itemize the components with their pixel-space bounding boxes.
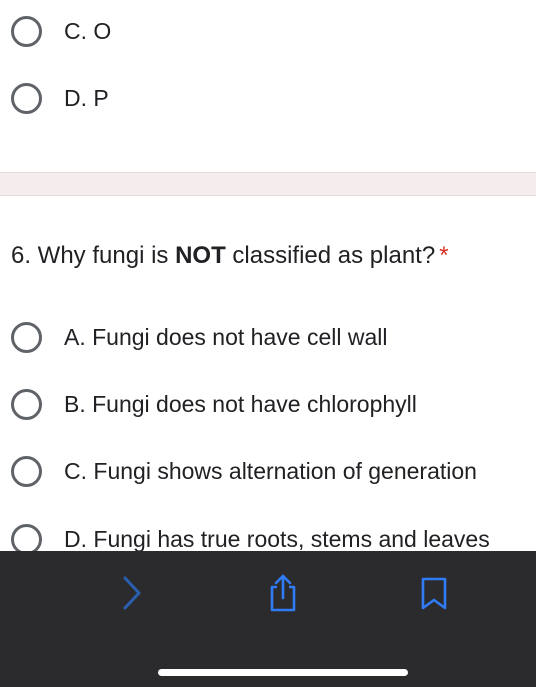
radio-option-c-prev[interactable]: C. O (0, 11, 536, 51)
option-label: A. Fungi does not have cell wall (64, 324, 388, 350)
radio-option-c[interactable]: C. Fungi shows alternation of generation (0, 451, 536, 491)
bookmark-icon (421, 577, 447, 610)
share-icon (270, 574, 296, 612)
browser-toolbar (0, 551, 536, 687)
option-label: D. Fungi has true roots, stems and leave… (64, 526, 490, 552)
option-label: D. P (64, 85, 109, 111)
option-label: C. Fungi shows alternation of generation (64, 458, 477, 484)
form-page: C. O D. P 6. Why fungi is NOT classified… (0, 0, 536, 687)
question-emphasis: NOT (175, 242, 226, 269)
bookmarks-button[interactable] (414, 573, 454, 613)
question-text-start: 6. Why fungi is (11, 242, 176, 269)
option-label: C. O (64, 18, 112, 44)
home-indicator[interactable] (158, 669, 408, 676)
radio-option-b[interactable]: B. Fungi does not have chlorophyll (0, 384, 536, 424)
required-asterisk: * (439, 242, 449, 269)
question-title: 6. Why fungi is NOT classified as plant?… (11, 241, 449, 271)
radio-button[interactable] (11, 523, 42, 555)
radio-button[interactable] (11, 388, 42, 420)
radio-button[interactable] (11, 455, 42, 487)
forward-button[interactable] (112, 573, 152, 613)
radio-button[interactable] (11, 321, 42, 353)
share-button[interactable] (263, 573, 303, 613)
option-label: B. Fungi does not have chlorophyll (64, 391, 417, 417)
radio-button[interactable] (11, 82, 42, 114)
chevron-right-icon (123, 576, 141, 610)
question-text-end: classified as plant? (225, 242, 436, 269)
radio-option-d-prev[interactable]: D. P (0, 78, 536, 118)
section-divider (0, 172, 536, 196)
radio-option-a[interactable]: A. Fungi does not have cell wall (0, 317, 536, 357)
radio-button[interactable] (11, 15, 42, 47)
